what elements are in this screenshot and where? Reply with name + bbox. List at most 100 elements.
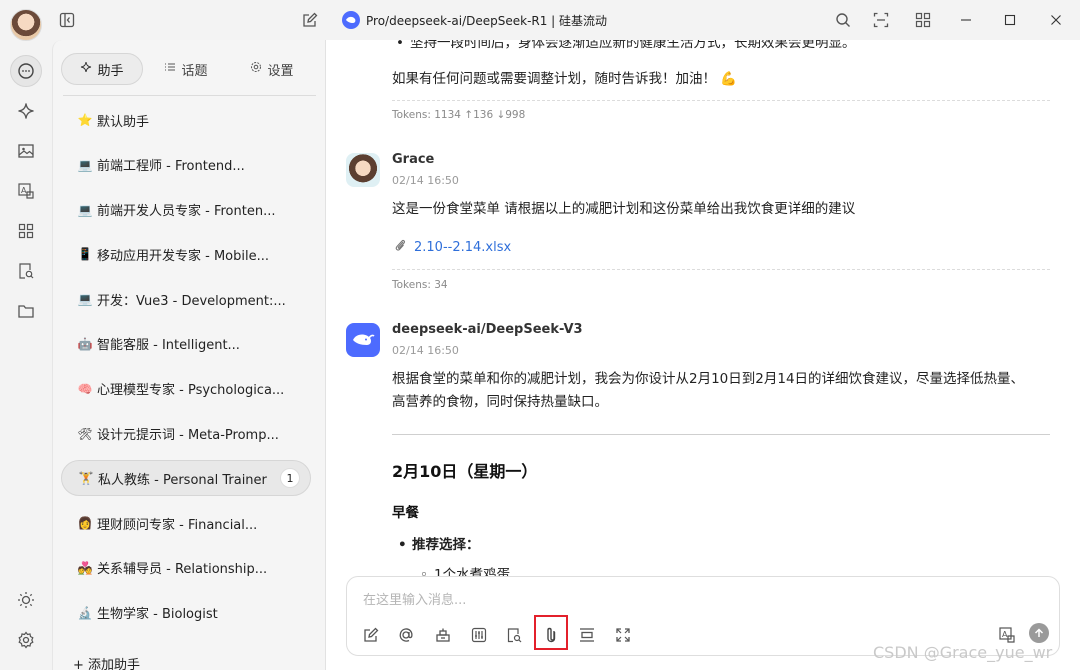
user-avatar[interactable]: [10, 9, 42, 41]
apps-icon[interactable]: [10, 215, 42, 247]
title-bar: Pro/deepseek-ai/DeepSeek-R1 | 硅基流动: [0, 0, 1080, 41]
screenshot-icon[interactable]: [871, 10, 891, 30]
assistant-item[interactable]: 📱 移动应用开发专家 - Mobile...: [61, 236, 311, 272]
knowledge-base-icon[interactable]: [504, 625, 524, 645]
deepseek-logo-icon: [342, 11, 360, 29]
computer-icon: 💻: [77, 292, 93, 307]
knowledge-search-icon[interactable]: [10, 255, 42, 287]
model-selector[interactable]: Pro/deepseek-ai/DeepSeek-R1 | 硅基流动: [342, 9, 607, 31]
assistant-item[interactable]: 💻 前端工程师 - Frontend...: [61, 147, 311, 183]
close-icon[interactable]: [1046, 10, 1066, 30]
gear-icon: [250, 61, 262, 77]
translate-icon[interactable]: A: [997, 625, 1017, 645]
assistant-label: 心理模型专家 - Psychologica...: [97, 383, 285, 399]
sidebar-toggle-icon[interactable]: [57, 10, 77, 30]
minimize-icon[interactable]: [956, 10, 976, 30]
clear-context-icon[interactable]: [577, 625, 597, 645]
tab-settings-label: 设置: [267, 63, 294, 79]
microscope-icon: 🔬: [77, 605, 93, 620]
svg-text:A: A: [21, 186, 27, 195]
star-icon: ⭐: [77, 113, 93, 127]
assistant-item[interactable]: 👩 理财顾问专家 - Financial...: [61, 505, 311, 541]
mention-at-icon[interactable]: [396, 625, 416, 645]
navigation-rail: A: [0, 40, 52, 670]
paperclip-icon: [394, 238, 406, 256]
assistant-label: 关系辅导员 - Relationship...: [97, 562, 268, 578]
maximize-icon[interactable]: [1000, 10, 1020, 30]
user-avatar[interactable]: [346, 153, 380, 187]
model-params-icon[interactable]: [469, 625, 489, 645]
assistant-item[interactable]: 💻 开发：Vue3 - Development:...: [61, 281, 311, 317]
assistant-item-active[interactable]: 🏋 私人教练 - Personal Trainer 1: [61, 460, 311, 497]
watermark: CSDN @Grace_yue_wr: [873, 643, 1053, 662]
assistant-item[interactable]: 🤖 智能客服 - Intelligent...: [61, 326, 311, 362]
assistant-name: deepseek-ai/DeepSeek-V3: [392, 322, 583, 337]
web-search-icon[interactable]: [433, 625, 453, 645]
send-button[interactable]: [1029, 623, 1049, 643]
divider: [63, 95, 316, 96]
weightlifter-icon: 🏋: [78, 471, 94, 486]
tab-assistants[interactable]: 助手: [61, 53, 143, 85]
couple-icon: 💑: [77, 560, 93, 575]
user-message-text: 这是一份食堂菜单 请根据以上的减肥计划和这份菜单给出我饮食更详细的建议: [392, 201, 856, 217]
message-input[interactable]: 在这里输入消息...: [363, 589, 466, 608]
user-name: Grace: [392, 152, 435, 167]
robot-icon: 🤖: [77, 336, 93, 351]
settings-gear-icon[interactable]: [10, 624, 42, 656]
brain-icon: 🧠: [77, 381, 93, 396]
assistant-label: 前端开发人员专家 - Fronten...: [97, 204, 276, 220]
phone-icon: 📱: [77, 247, 93, 262]
file-attachment[interactable]: 2.10--2.14.xlsx: [394, 238, 511, 256]
svg-text:A: A: [1002, 630, 1008, 639]
tab-topics[interactable]: 话题: [143, 53, 229, 85]
new-topic-icon[interactable]: [361, 625, 381, 645]
folder-icon[interactable]: [10, 295, 42, 327]
user-timestamp: 02/14 16:50: [392, 174, 459, 187]
assistant-label: 设计元提示词 - Meta-Promp...: [97, 428, 279, 444]
person-icon: 👩: [77, 516, 93, 531]
user-tokens: Tokens: 34: [392, 279, 448, 291]
translate-icon[interactable]: A: [10, 175, 42, 207]
model-title: Pro/deepseek-ai/DeepSeek-R1 | 硅基流动: [366, 13, 608, 28]
file-name[interactable]: 2.10--2.14.xlsx: [414, 240, 511, 255]
assistant-item[interactable]: ⭐ 默认助手: [61, 102, 311, 138]
previous-tokens: Tokens: 1134 ↑136 ↓998: [392, 109, 526, 121]
assistant-item[interactable]: 🛠 设计元提示词 - Meta-Promp...: [61, 416, 311, 452]
computer-icon: 💻: [77, 202, 93, 217]
recommended-bullet: • 推荐选择：: [398, 537, 480, 553]
message-divider: [392, 100, 1050, 101]
previous-bullet: • 坚持一段时间后，身体会逐渐适应新的健康生活方式，长期效果会更明显。: [396, 40, 856, 51]
meal-heading: 早餐: [392, 505, 419, 521]
panel-tabs: 助手 话题 设置: [61, 52, 317, 86]
assistant-timestamp: 02/14 16:50: [392, 344, 459, 357]
horizontal-rule: [392, 434, 1050, 435]
computer-icon: 💻: [77, 157, 93, 172]
agents-sparkle-icon[interactable]: [10, 95, 42, 127]
chat-icon[interactable]: [10, 55, 42, 87]
assistant-item[interactable]: 💑 关系辅导员 - Relationship...: [61, 550, 311, 586]
new-chat-icon[interactable]: [300, 10, 320, 30]
tab-assistants-label: 助手: [97, 63, 124, 79]
tab-settings[interactable]: 设置: [229, 53, 315, 85]
apps-grid-icon[interactable]: [913, 10, 933, 30]
arrow-up-icon: [1034, 628, 1044, 637]
assistant-label: 前端工程师 - Frontend...: [97, 159, 245, 175]
search-icon[interactable]: [833, 10, 853, 30]
assistant-item[interactable]: 🔬 生物学家 - Biologist: [61, 595, 311, 631]
assistant-item[interactable]: 💻 前端开发人员专家 - Fronten...: [61, 192, 311, 228]
assistant-label: 理财顾问专家 - Financial...: [97, 517, 258, 533]
highlight-box: [534, 615, 568, 650]
assistant-label: 私人教练 - Personal Trainer: [98, 472, 267, 488]
previous-closing: 如果有任何问题或需要调整计划，随时告诉我！加油！ 💪: [392, 71, 738, 87]
assistant-label: 智能客服 - Intelligent...: [97, 338, 240, 354]
assistant-item[interactable]: 🧠 心理模型专家 - Psychologica...: [61, 371, 311, 407]
expand-icon[interactable]: [613, 625, 633, 645]
flexed-biceps-icon: 💪: [720, 71, 738, 87]
image-icon[interactable]: [10, 135, 42, 167]
assistant-label: 开发：Vue3 - Development:...: [97, 293, 286, 309]
assistant-label: 移动应用开发专家 - Mobile...: [97, 248, 269, 264]
assistant-paragraph-line1: 根据食堂的菜单和你的减肥计划，我会为你设计从2月10日到2月14日的详细饮食建议…: [392, 371, 1025, 387]
add-assistant-button[interactable]: + 添加助手: [73, 654, 140, 670]
theme-sun-icon[interactable]: [10, 584, 42, 616]
assistant-list: ⭐ 默认助手 💻 前端工程师 - Frontend... 💻 前端开发人员专家 - F…: [61, 102, 311, 640]
